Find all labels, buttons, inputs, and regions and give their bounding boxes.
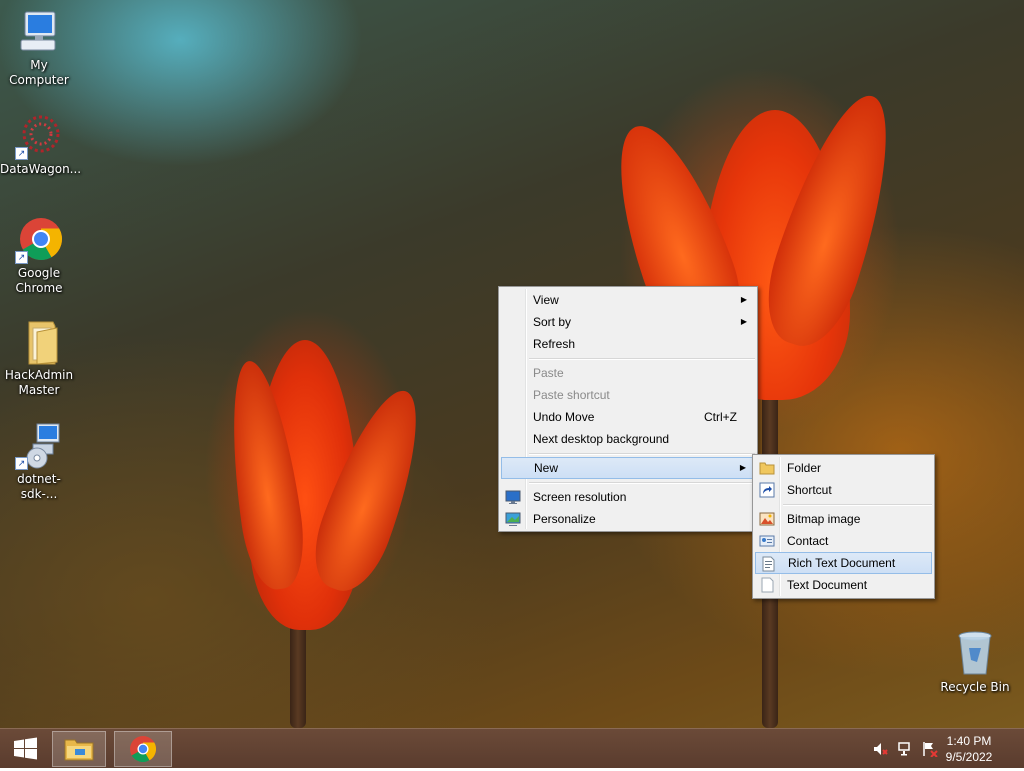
network-icon[interactable]: [898, 741, 914, 757]
menu-item-undo-move[interactable]: Undo Move Ctrl+Z: [501, 406, 755, 428]
shortcut-arrow-icon: ↗: [15, 147, 28, 160]
desktop-icon-recycle-bin[interactable]: Recycle Bin: [936, 630, 1014, 695]
chrome-icon: [130, 736, 157, 763]
menu-item-label: Undo Move: [533, 410, 595, 424]
taskbar-clock[interactable]: 1:40 PM 9/5/2022: [934, 733, 1004, 765]
clock-time: 1:40 PM: [946, 734, 992, 748]
start-button[interactable]: [4, 731, 46, 767]
contact-icon: [759, 533, 775, 549]
taskbar-file-explorer-button[interactable]: [52, 731, 106, 767]
desktop-icon-datawagon[interactable]: ↗ DataWagon...: [0, 112, 82, 177]
menu-item-label: View: [533, 293, 559, 307]
menu-item-view[interactable]: View ▶: [501, 289, 755, 311]
desktop-icon-my-computer[interactable]: My Computer: [0, 8, 78, 88]
desktop-icon-label: My Computer: [9, 58, 69, 87]
menu-item-label: Rich Text Document: [788, 556, 896, 570]
screen-resolution-icon: [505, 489, 521, 505]
file-explorer-icon: [64, 739, 94, 761]
desktop-icon-label: HackAdmin Master: [4, 368, 74, 397]
personalize-icon: [505, 511, 521, 527]
menu-item-label: Paste shortcut: [533, 388, 610, 402]
menu-item-screen-resolution[interactable]: Screen resolution: [501, 486, 755, 508]
submenu-arrow-icon: ▶: [740, 295, 747, 304]
rich-text-document-icon: [760, 556, 776, 572]
windows-logo-icon: [14, 737, 37, 760]
desktop-background[interactable]: My Computer ↗ DataWagon... ↗ Google Chro…: [0, 0, 1024, 728]
menu-item-label: Screen resolution: [533, 490, 627, 504]
desktop-icon-dotnet-sdk[interactable]: ↗ dotnet-sdk-...: [0, 422, 78, 502]
menu-item-label: Refresh: [533, 337, 576, 351]
folder-icon: [15, 318, 63, 366]
submenu-item-folder[interactable]: Folder: [755, 457, 932, 479]
submenu-item-text-document[interactable]: Text Document: [755, 574, 932, 596]
installer-icon: ↗: [15, 422, 63, 470]
desktop-context-menu: View ▶ Sort by ▶ Refresh Paste Paste sho…: [498, 286, 758, 532]
bitmap-image-icon: [759, 511, 775, 527]
menu-item-label: Paste: [533, 366, 564, 380]
menu-item-paste: Paste: [501, 362, 755, 384]
menu-item-new[interactable]: New ▶: [501, 457, 755, 479]
submenu-item-contact[interactable]: Contact: [755, 530, 932, 552]
desktop-icon-label: Google Chrome: [15, 266, 63, 295]
desktop-icon-label: DataWagon...: [0, 162, 82, 176]
menu-item-shortcut: Ctrl+Z: [704, 410, 737, 424]
menu-item-label: Text Document: [787, 578, 868, 592]
submenu-item-shortcut[interactable]: Shortcut: [755, 479, 932, 501]
taskbar: 1:40 PM 9/5/2022: [0, 728, 1024, 768]
menu-item-label: New: [534, 461, 559, 475]
submenu-arrow-icon: ▶: [740, 317, 747, 326]
menu-separator: [783, 504, 932, 506]
folder-icon: [759, 460, 775, 476]
menu-separator: [529, 453, 755, 455]
menu-separator: [529, 358, 755, 360]
submenu-item-bitmap-image[interactable]: Bitmap image: [755, 508, 932, 530]
shortcut-arrow-icon: ↗: [15, 251, 28, 264]
menu-item-label: Folder: [787, 461, 822, 475]
menu-separator: [529, 482, 755, 484]
desktop-icon-label: dotnet-sdk-...: [17, 472, 61, 501]
menu-item-personalize[interactable]: Personalize: [501, 508, 755, 530]
menu-item-label: Contact: [787, 534, 829, 548]
clock-date: 9/5/2022: [945, 750, 993, 764]
menu-item-label: Next desktop background: [533, 432, 670, 446]
desktop-icon-google-chrome[interactable]: ↗ Google Chrome: [0, 216, 78, 296]
submenu-item-rich-text-document[interactable]: Rich Text Document: [755, 552, 932, 574]
desktop-icon-label: Recycle Bin: [940, 680, 1010, 694]
shortcut-arrow-icon: ↗: [15, 457, 28, 470]
menu-item-sort-by[interactable]: Sort by ▶: [501, 311, 755, 333]
computer-icon: [15, 8, 63, 56]
menu-item-label: Personalize: [533, 512, 596, 526]
recycle-bin-icon: [951, 630, 999, 678]
menu-item-label: Shortcut: [787, 483, 832, 497]
chrome-icon: ↗: [15, 216, 63, 264]
datawagon-icon: ↗: [15, 112, 63, 160]
volume-muted-icon[interactable]: [872, 741, 888, 757]
menu-item-label: Sort by: [533, 315, 572, 329]
menu-item-paste-shortcut: Paste shortcut: [501, 384, 755, 406]
text-document-icon: [759, 577, 775, 593]
desktop-icon-hackadmin-master[interactable]: HackAdmin Master: [0, 318, 78, 398]
new-submenu: Folder Shortcut Bitmap image Contact Ric…: [752, 454, 935, 599]
menu-item-refresh[interactable]: Refresh: [501, 333, 755, 355]
menu-item-next-desktop-background[interactable]: Next desktop background: [501, 428, 755, 450]
taskbar-chrome-button[interactable]: [114, 731, 172, 767]
submenu-arrow-icon: ▶: [739, 463, 746, 472]
menu-item-label: Bitmap image: [787, 512, 861, 526]
shortcut-icon: [759, 482, 775, 498]
